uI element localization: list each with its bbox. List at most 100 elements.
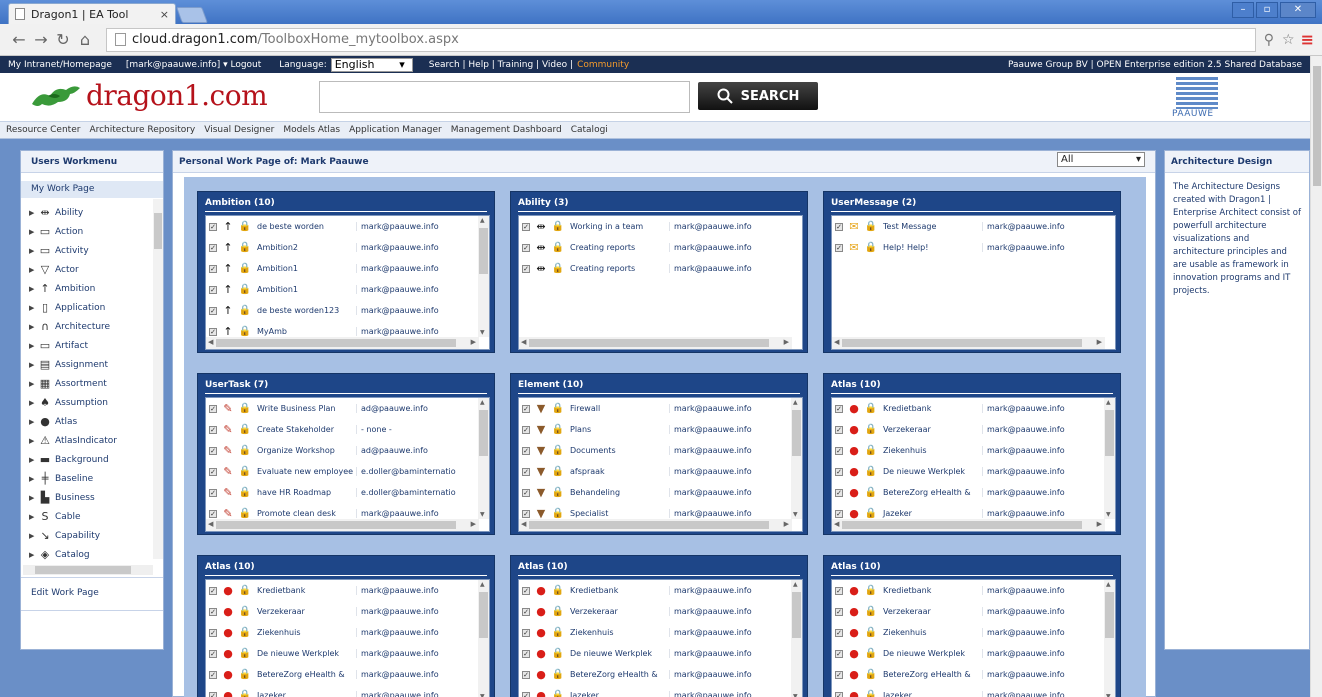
widget-vscrollbar[interactable]: ▲ ▼ <box>791 398 802 519</box>
list-item[interactable]: ✓ ⇹ 🔒 Creating reports mark@paauwe.info <box>519 237 802 258</box>
list-item[interactable]: ✓ ● 🔒 Jazeker mark@paauwe.info <box>519 685 802 697</box>
checkbox[interactable]: ✓ <box>209 285 217 294</box>
list-item[interactable]: ✓ ● 🔒 De nieuwe Werkplek mark@paauwe.info <box>206 643 489 664</box>
item-name[interactable]: De nieuwe Werkplek <box>879 467 983 476</box>
workmenu-item[interactable]: ▶ ▭ Activity <box>21 241 153 260</box>
item-name[interactable]: Jazeker <box>879 509 983 518</box>
list-item[interactable]: ✓ ● 🔒 Ziekenhuis mark@paauwe.info <box>832 440 1115 461</box>
checkbox[interactable]: ✓ <box>835 607 843 616</box>
checkbox[interactable]: ✓ <box>209 628 217 637</box>
checkbox[interactable]: ✓ <box>209 222 217 231</box>
item-name[interactable]: de beste worden123 <box>253 306 357 315</box>
expand-arrow-icon[interactable]: ▶ <box>29 209 37 217</box>
item-name[interactable]: BetereZorg eHealth & <box>566 670 670 679</box>
checkbox[interactable]: ✓ <box>209 306 217 315</box>
item-name[interactable]: De nieuwe Werkplek <box>253 649 357 658</box>
maximize-icon[interactable]: ▫ <box>1256 2 1278 18</box>
list-item[interactable]: ✓ ▼ 🔒 afspraak mark@paauwe.info <box>519 461 802 482</box>
expand-arrow-icon[interactable]: ▶ <box>29 323 37 331</box>
widget-vscrollbar[interactable]: ▲ ▼ <box>478 216 489 337</box>
item-name[interactable]: MyAmb <box>253 327 357 336</box>
checkbox[interactable]: ✓ <box>522 670 530 679</box>
list-item[interactable]: ✓ ↑ 🔒 Ambition2 mark@paauwe.info <box>206 237 489 258</box>
item-name[interactable]: De nieuwe Werkplek <box>566 649 670 658</box>
item-name[interactable]: Ambition1 <box>253 264 357 273</box>
menu-item[interactable]: Visual Designer <box>204 125 274 135</box>
checkbox[interactable]: ✓ <box>209 586 217 595</box>
checkbox[interactable]: ✓ <box>835 628 843 637</box>
workmenu-item[interactable]: ▶ ▽ Actor <box>21 260 153 279</box>
checkbox[interactable]: ✓ <box>522 243 530 252</box>
list-item[interactable]: ✓ ● 🔒 Kredietbank mark@paauwe.info <box>832 398 1115 419</box>
checkbox[interactable]: ✓ <box>209 327 217 336</box>
item-name[interactable]: Jazeker <box>566 691 670 697</box>
checkbox[interactable]: ✓ <box>522 607 530 616</box>
workmenu-item[interactable]: ▶ ⇹ Ability <box>21 203 153 222</box>
item-name[interactable]: Creating reports <box>566 264 670 273</box>
checkbox[interactable]: ✓ <box>522 467 530 476</box>
workmenu-item[interactable]: ▶ ╪ Baseline <box>21 469 153 488</box>
dragon1-logo[interactable]: dragon1.com <box>30 79 268 112</box>
expand-arrow-icon[interactable]: ▶ <box>29 475 37 483</box>
checkbox[interactable]: ✓ <box>835 467 843 476</box>
expand-arrow-icon[interactable]: ▶ <box>29 247 37 255</box>
item-name[interactable]: Ziekenhuis <box>879 628 983 637</box>
list-item[interactable]: ✓ ✎ 🔒 Evaluate new employee e.doller@baminte… <box>206 461 489 482</box>
item-name[interactable]: Jazeker <box>879 691 983 697</box>
item-name[interactable]: Creating reports <box>566 243 670 252</box>
list-item[interactable]: ✓ ● 🔒 BetereZorg eHealth & mark@paauwe.info <box>206 664 489 685</box>
reload-icon[interactable]: ↻ <box>52 30 74 49</box>
workmenu-scrollbar[interactable] <box>153 199 163 559</box>
widget-hscrollbar[interactable]: ◀ ▶ <box>519 337 792 349</box>
expand-arrow-icon[interactable]: ▶ <box>29 361 37 369</box>
list-item[interactable]: ✓ ● 🔒 De nieuwe Werkplek mark@paauwe.info <box>519 643 802 664</box>
item-name[interactable]: Ziekenhuis <box>253 628 357 637</box>
workmenu-item[interactable]: ▶ S Cable <box>21 507 153 526</box>
list-item[interactable]: ✓ ▼ 🔒 Documents mark@paauwe.info <box>519 440 802 461</box>
list-item[interactable]: ✓ ● 🔒 Ziekenhuis mark@paauwe.info <box>206 622 489 643</box>
checkbox[interactable]: ✓ <box>209 264 217 273</box>
item-name[interactable]: have HR Roadmap <box>253 488 357 497</box>
checkbox[interactable]: ✓ <box>209 607 217 616</box>
workmenu-item[interactable]: ▶ ▙ Business <box>21 488 153 507</box>
menu-item[interactable]: Management Dashboard <box>451 125 562 135</box>
forward-icon[interactable]: → <box>30 30 52 49</box>
menu-item[interactable]: Application Manager <box>349 125 442 135</box>
list-item[interactable]: ✓ ● 🔒 Ziekenhuis mark@paauwe.info <box>832 622 1115 643</box>
item-name[interactable]: Working in a team <box>566 222 670 231</box>
home-icon[interactable]: ⌂ <box>74 30 96 49</box>
bookmark-star-icon[interactable]: ☆ <box>1282 32 1295 48</box>
checkbox[interactable]: ✓ <box>209 670 217 679</box>
checkbox[interactable]: ✓ <box>522 446 530 455</box>
expand-arrow-icon[interactable]: ▶ <box>29 494 37 502</box>
checkbox[interactable]: ✓ <box>522 264 530 273</box>
list-item[interactable]: ✓ ● 🔒 Verzekeraar mark@paauwe.info <box>832 419 1115 440</box>
checkbox[interactable]: ✓ <box>835 404 843 413</box>
widget-vscrollbar[interactable]: ▲ ▼ <box>791 580 802 697</box>
item-name[interactable]: Ambition2 <box>253 243 357 252</box>
list-item[interactable]: ✓ ● 🔒 Verzekeraar mark@paauwe.info <box>832 601 1115 622</box>
list-item[interactable]: ✓ ● 🔒 BetereZorg eHealth & mark@paauwe.info <box>519 664 802 685</box>
checkbox[interactable]: ✓ <box>522 425 530 434</box>
list-item[interactable]: ✓ ✎ 🔒 Create Stakeholder - none - <box>206 419 489 440</box>
menu-item[interactable]: Resource Center <box>6 125 80 135</box>
workmenu-item[interactable]: ▶ ⚠ AtlasIndicator <box>21 431 153 450</box>
checkbox[interactable]: ✓ <box>835 649 843 658</box>
browser-tab[interactable]: Dragon1 | EA Tool × <box>8 3 176 24</box>
item-name[interactable]: Evaluate new employee <box>253 467 357 476</box>
back-icon[interactable]: ← <box>8 30 30 49</box>
list-item[interactable]: ✓ ✎ 🔒 Write Business Plan ad@paauwe.info <box>206 398 489 419</box>
checkbox[interactable]: ✓ <box>835 446 843 455</box>
close-window-icon[interactable]: ✕ <box>1280 2 1316 18</box>
list-item[interactable]: ✓ ✉ 🔒 Help! Help! mark@paauwe.info <box>832 237 1115 258</box>
search-button[interactable]: SEARCH <box>698 82 818 110</box>
workmenu-item[interactable]: ▶ ● Atlas <box>21 412 153 431</box>
help-links[interactable]: Search | Help | Training | Video | <box>429 60 573 70</box>
item-name[interactable]: Ziekenhuis <box>879 446 983 455</box>
widget-vscrollbar[interactable]: ▲ ▼ <box>1104 398 1115 519</box>
checkbox[interactable]: ✓ <box>835 586 843 595</box>
checkbox[interactable]: ✓ <box>835 222 843 231</box>
item-name[interactable]: Verzekeraar <box>566 607 670 616</box>
item-name[interactable]: Ambition1 <box>253 285 357 294</box>
item-name[interactable]: Plans <box>566 425 670 434</box>
